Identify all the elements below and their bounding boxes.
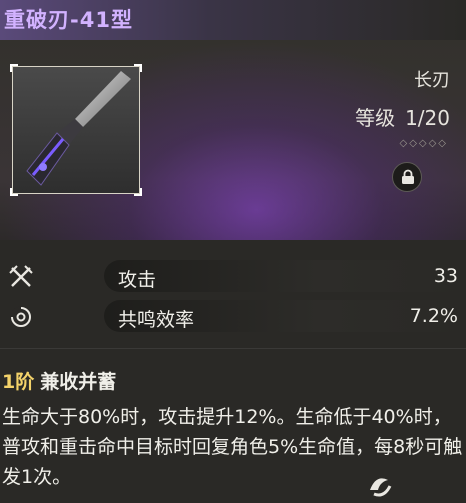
weapon-title: 重破刃-41型 (4, 8, 133, 32)
stat-row-background (104, 260, 464, 292)
title-bar: 重破刃-41型 (0, 0, 466, 40)
divider (0, 348, 466, 349)
stat-value: 7.2% (409, 305, 458, 327)
level-value: 1/20 (405, 106, 450, 130)
site-logo-icon (370, 478, 392, 497)
skill-rank: 1阶 (2, 371, 35, 393)
level-row: 等级 1/20 (355, 102, 450, 131)
attack-icon (9, 265, 33, 287)
level-label: 等级 (355, 106, 396, 130)
stat-row-energy-regen: 共鸣效率 7.2% (0, 298, 466, 336)
stat-label: 攻击 (118, 269, 157, 291)
stat-label: 共鸣效率 (118, 309, 195, 331)
weapon-type: 长刃 (414, 70, 450, 91)
stat-value: 33 (433, 265, 458, 287)
skill-title: 1阶 兼收并蓄 (2, 367, 116, 394)
lock-icon (402, 169, 414, 184)
stat-row-attack: 攻击 33 (0, 258, 466, 296)
lock-button[interactable] (392, 162, 422, 192)
energy-regen-icon (10, 306, 31, 327)
weapon-thumbnail[interactable] (10, 64, 142, 196)
refine-rank-dots: ◇◇◇◇◇ (399, 138, 448, 149)
blade-icon (26, 71, 131, 186)
skill-name: 兼收并蓄 (40, 371, 117, 393)
